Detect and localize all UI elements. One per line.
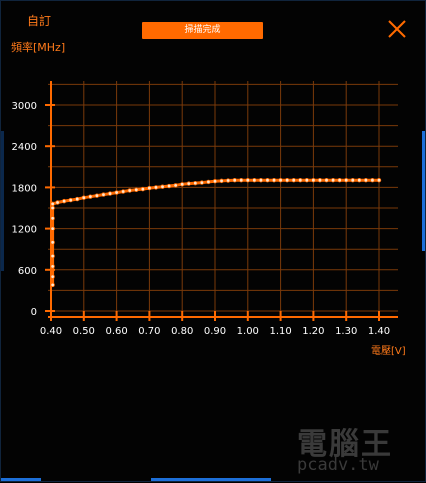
vf-data-point bbox=[344, 177, 349, 183]
x-tick-label: 0.80 bbox=[171, 326, 193, 337]
x-tick-label: 1.30 bbox=[335, 326, 357, 337]
vf-data-point bbox=[193, 180, 198, 186]
vf-data-point bbox=[153, 185, 159, 190]
vf-data-point bbox=[232, 177, 237, 183]
x-tick-label: 1.10 bbox=[269, 326, 291, 337]
vf-data-point bbox=[50, 240, 55, 245]
vf-data-point bbox=[265, 177, 270, 183]
vf-data-point bbox=[186, 181, 191, 186]
vf-data-point bbox=[114, 190, 119, 195]
vf-data-point bbox=[101, 192, 106, 197]
vf-data-point bbox=[219, 178, 224, 184]
vf-data-point bbox=[88, 194, 93, 199]
vf-data-point bbox=[284, 177, 290, 183]
vf-data-point bbox=[173, 183, 178, 188]
x-tick-label: 1.40 bbox=[368, 326, 390, 337]
vf-data-point bbox=[127, 188, 132, 193]
vf-data-point bbox=[370, 177, 375, 183]
vf-curve-line bbox=[51, 178, 379, 285]
vf-data-point bbox=[212, 179, 218, 184]
vf-data-point bbox=[245, 177, 250, 183]
vf-data-point bbox=[134, 187, 139, 193]
y-tick-label: 2400 bbox=[12, 142, 37, 153]
x-tick-label: 0.40 bbox=[40, 326, 62, 337]
vf-data-point bbox=[68, 197, 73, 203]
vf-data-point bbox=[179, 182, 185, 187]
vf-data-point bbox=[50, 282, 55, 288]
y-tick-label: 3000 bbox=[12, 101, 37, 112]
vf-data-point bbox=[317, 177, 323, 183]
vf-data-point bbox=[258, 177, 264, 183]
vf-data-point bbox=[55, 200, 60, 205]
vf-data-point bbox=[278, 177, 283, 183]
x-tick-label: 1.20 bbox=[302, 326, 324, 337]
vf-data-point bbox=[81, 195, 86, 200]
vf-data-point bbox=[311, 177, 316, 183]
vf-data-point bbox=[225, 178, 231, 183]
vf-data-point bbox=[107, 191, 113, 196]
vf-data-point bbox=[252, 177, 257, 183]
vf-data-point bbox=[363, 177, 369, 183]
vf-data-point bbox=[199, 180, 205, 185]
vf-data-point bbox=[337, 177, 342, 183]
x-tick-label: 0.60 bbox=[105, 326, 127, 337]
vf-data-point bbox=[304, 177, 310, 183]
voltage-frequency-window: 自訂 掃描完成 頻率[MHz] 電壓[V] 3000 2400 1800 1200 60… bbox=[0, 0, 426, 482]
vf-data-point bbox=[166, 183, 172, 189]
vf-data-point bbox=[50, 253, 55, 259]
x-tick-label: 0.70 bbox=[138, 326, 160, 337]
vf-curve-chart[interactable]: 3000 2400 1800 1200 600 00.40 0.50 0.60 0.70 0.80… bbox=[1, 1, 426, 483]
vf-data-point bbox=[50, 274, 55, 279]
y-tick-label: 1800 bbox=[12, 183, 37, 194]
y-tick-label: 600 bbox=[18, 266, 37, 277]
x-tick-label: 0.90 bbox=[204, 326, 226, 337]
vf-data-point bbox=[147, 185, 152, 191]
vf-data-point bbox=[94, 193, 100, 198]
vf-data-point bbox=[291, 177, 296, 183]
vf-data-point bbox=[324, 177, 329, 183]
vf-data-point bbox=[61, 198, 67, 204]
vf-data-point bbox=[271, 177, 277, 183]
vf-data-point bbox=[160, 184, 165, 189]
watermark-url: pcadv.tw bbox=[297, 455, 379, 475]
y-tick-label: 0 bbox=[31, 307, 37, 318]
vf-data-point bbox=[50, 205, 55, 211]
vf-data-point bbox=[50, 264, 55, 269]
vf-data-point bbox=[50, 216, 55, 221]
vf-data-point bbox=[357, 177, 362, 183]
vf-data-point bbox=[120, 189, 126, 194]
vf-data-point bbox=[50, 201, 55, 207]
vf-data-point bbox=[206, 179, 211, 185]
vf-data-point bbox=[298, 177, 303, 183]
vf-data-point bbox=[239, 177, 244, 183]
vf-data-point bbox=[140, 186, 146, 192]
vf-data-point bbox=[376, 177, 382, 183]
vf-data-point bbox=[350, 177, 355, 183]
vf-data-point bbox=[75, 196, 80, 202]
x-tick-label: 0.50 bbox=[73, 326, 95, 337]
x-tick-label: 1.00 bbox=[237, 326, 259, 337]
vf-data-point bbox=[330, 177, 336, 183]
vf-data-point bbox=[50, 226, 55, 231]
y-tick-label: 1200 bbox=[12, 225, 37, 236]
